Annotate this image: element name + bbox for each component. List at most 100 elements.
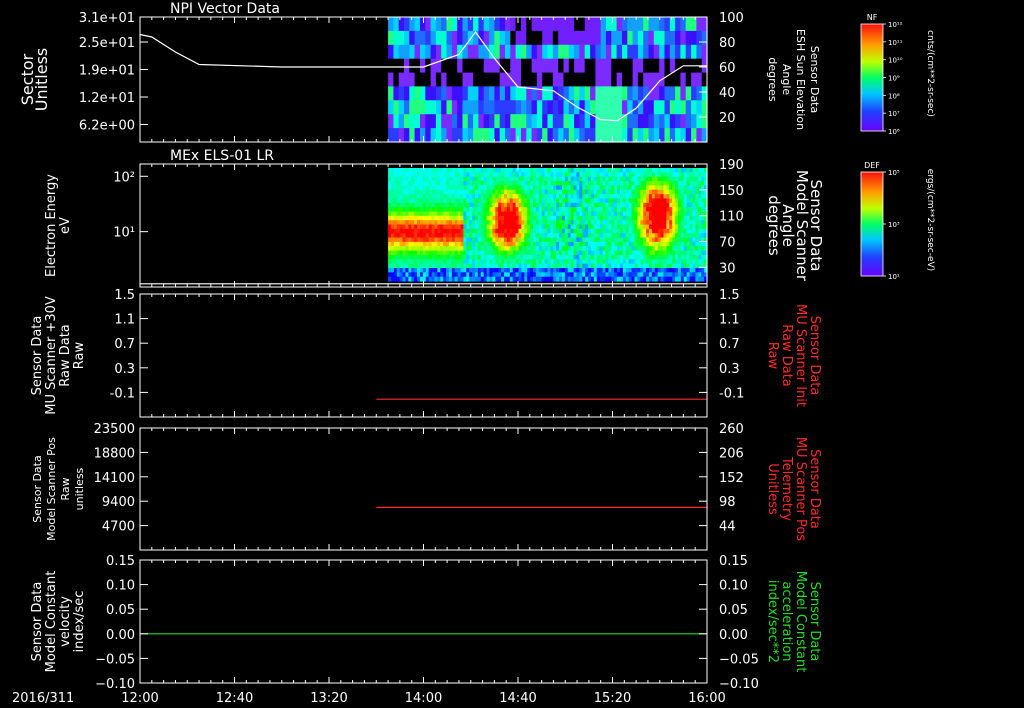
- y-tick-label-left: 18800: [94, 446, 135, 461]
- heatmap-cell: [563, 114, 570, 129]
- heatmap-cell: [499, 86, 506, 101]
- heatmap-cell: [574, 58, 580, 74]
- heatmap-cell: [526, 72, 533, 88]
- y-axis-label-right: Angle: [780, 64, 793, 96]
- heatmap-cell: [473, 86, 479, 101]
- colorbar-units: cnts/(cm**2-sr-sec): [925, 30, 935, 117]
- heatmap-cell: [622, 17, 628, 32]
- heatmap-cell: [409, 72, 416, 88]
- time-tick-label: 15:20: [594, 691, 631, 706]
- heatmap-cell: [579, 58, 586, 74]
- heatmap-cell: [489, 100, 495, 115]
- heatmap-cell: [483, 114, 490, 129]
- time-tick-label: 12:00: [121, 691, 158, 706]
- y-axis-label-right: ESH Sun Elevation: [794, 29, 807, 130]
- heatmap-cell: [643, 44, 650, 60]
- y-tick-label-right: 60: [719, 61, 736, 76]
- heatmap-cell: [521, 86, 527, 101]
- y-tick-label-left: 10¹: [113, 226, 135, 241]
- heatmap-cell: [521, 30, 527, 46]
- heatmap-cell: [542, 100, 549, 115]
- heatmap-cell: [536, 100, 543, 115]
- heatmap-cell: [664, 30, 671, 46]
- heatmap-cell: [515, 114, 522, 129]
- colorbar-tick-label: 10¹²: [888, 21, 903, 29]
- heatmap-cell: [473, 44, 479, 60]
- heatmap-cell: [691, 128, 697, 143]
- heatmap-cell: [675, 17, 681, 32]
- heatmap-cell: [425, 17, 432, 32]
- heatmap-cell: [579, 17, 586, 32]
- plot-canvas: 3.1e+01 2.5e+01 1.9e+01 1.2e+01 6.2e+00 100 80…: [12, 1, 935, 706]
- heatmap-cell: [451, 17, 458, 32]
- y-tick-label-left: 6.2e+00: [79, 119, 135, 134]
- heatmap-cell: [404, 86, 410, 101]
- y-tick-label-right: 30: [719, 261, 736, 276]
- heatmap-cell: [600, 114, 607, 129]
- heatmap-cell: [398, 30, 405, 46]
- heatmap-cell: [435, 128, 442, 143]
- heatmap-cell: [531, 30, 538, 46]
- heatmap-cell: [600, 100, 607, 115]
- heatmap-cell: [558, 30, 565, 46]
- heatmap-cell: [451, 72, 458, 88]
- heatmap-cell: [606, 72, 612, 88]
- heatmap-cell: [632, 100, 639, 115]
- heatmap-cell: [574, 44, 580, 60]
- heatmap-cell: [600, 30, 607, 46]
- heatmap-cell: [505, 100, 511, 115]
- heatmap-cell: [473, 72, 479, 88]
- heatmap-cell: [499, 30, 506, 46]
- y-tick-label-right: 0.3: [719, 362, 740, 377]
- heatmap-cell: [584, 114, 591, 129]
- heatmap-cell: [691, 86, 697, 101]
- heatmap-cell: [568, 58, 575, 74]
- heatmap-cell: [696, 86, 703, 101]
- y-tick-label-right: 260: [719, 422, 744, 437]
- heatmap-cell: [462, 17, 469, 32]
- heatmap-cell: [653, 128, 660, 143]
- heatmap-cell: [568, 72, 575, 88]
- heatmap-cell: [404, 44, 410, 60]
- heatmap-cell: [611, 44, 618, 60]
- heatmap-cell: [489, 72, 495, 88]
- heatmap-cell: [669, 44, 676, 60]
- heatmap-cell: [451, 128, 458, 143]
- colorbar-tick-label: 10⁹: [888, 75, 900, 83]
- heatmap-cell: [552, 114, 559, 129]
- heatmap-cell: [542, 58, 549, 74]
- heatmap-cell: [409, 86, 416, 101]
- y-tick-label-left: 0.15: [106, 554, 135, 569]
- heatmap-cell: [521, 44, 527, 60]
- heatmap-cell: [510, 30, 517, 46]
- heatmap-cell: [552, 58, 559, 74]
- heatmap-cell: [669, 17, 676, 32]
- heatmap-cell: [489, 30, 495, 46]
- heatmap-cell: [637, 58, 644, 74]
- heatmap-cell: [664, 58, 671, 74]
- y-axis-label-left: Raw Data: [58, 324, 73, 387]
- heatmap-cell: [499, 72, 506, 88]
- heatmap-cell: [595, 72, 602, 88]
- heatmap-cell: [675, 30, 681, 46]
- heatmap-cell: [494, 44, 501, 60]
- heatmap-cell: [600, 72, 607, 88]
- heatmap-cell: [398, 44, 405, 60]
- heatmap-cell: [425, 86, 432, 101]
- heatmap-cell: [637, 128, 644, 143]
- heatmap-cell: [542, 44, 549, 60]
- y-tick-label-right: 1.5: [719, 288, 740, 303]
- heatmap-cell: [414, 100, 421, 115]
- heatmap-cell: [648, 100, 655, 115]
- y-axis-label-left: Model Constant: [44, 571, 59, 673]
- heatmap-cell: [441, 17, 448, 32]
- heatmap-cell: [691, 44, 697, 60]
- heatmap-cell: [510, 86, 517, 101]
- panel-title: NPI Vector Data: [170, 1, 280, 17]
- heatmap-cell: [622, 58, 628, 74]
- y-tick-label-right: 44: [719, 520, 736, 535]
- heatmap-cell: [483, 58, 490, 74]
- heatmap-cell: [590, 100, 596, 115]
- heatmap-cell: [409, 58, 416, 74]
- heatmap-cell: [388, 44, 394, 60]
